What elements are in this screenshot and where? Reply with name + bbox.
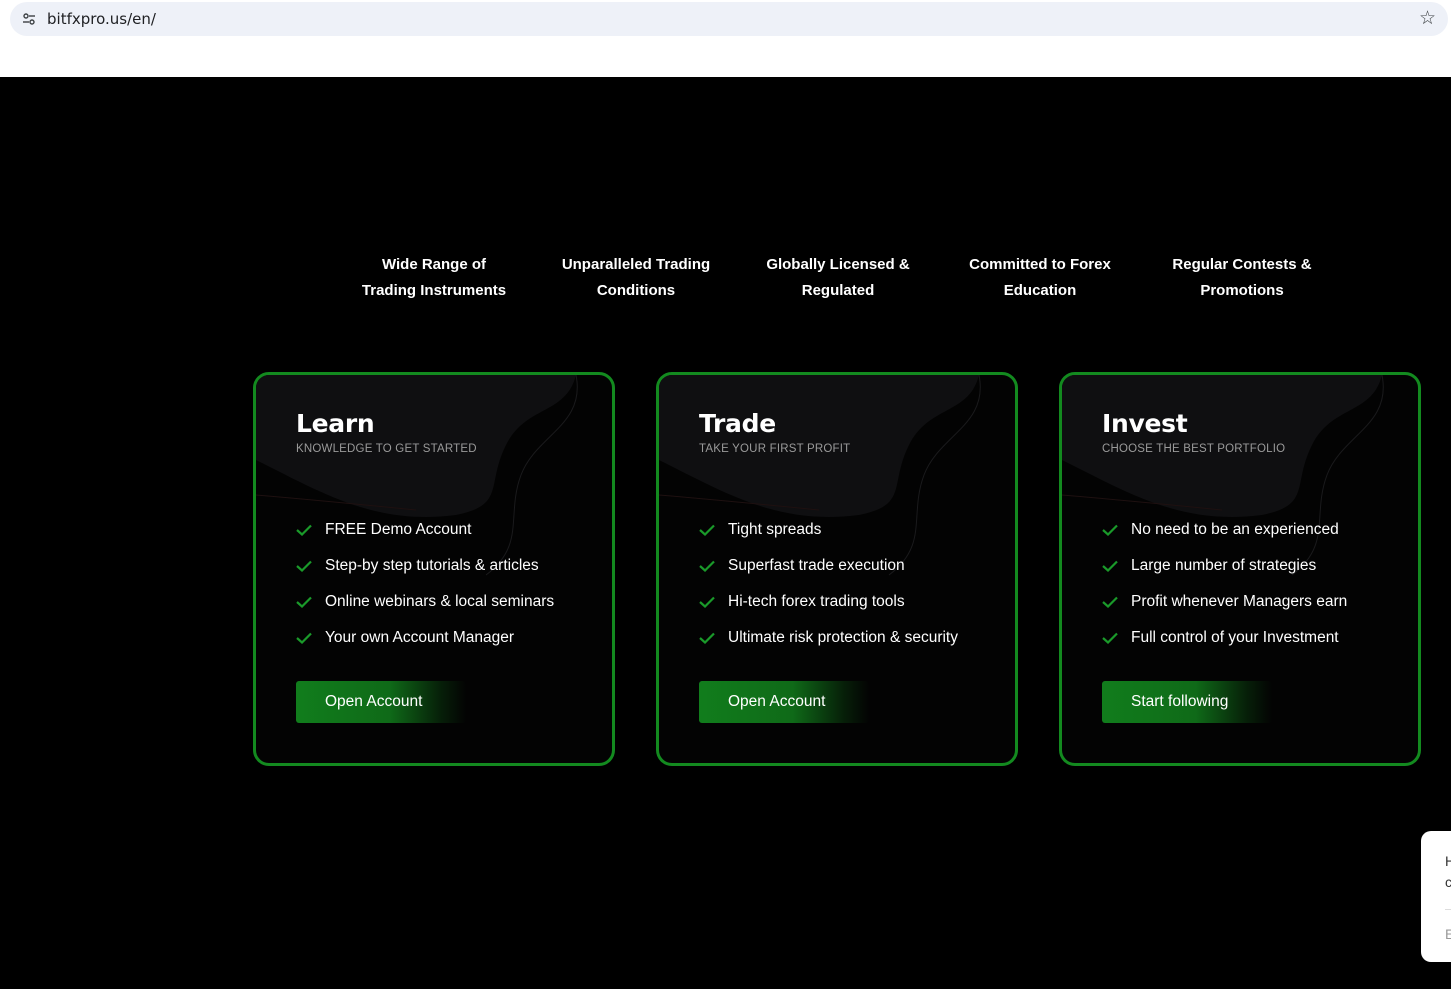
check-icon [699,632,715,644]
check-icon [699,560,715,572]
feature-line: Regular Contests & [1172,256,1312,273]
list-item-text: Full control of your Investment [1131,629,1339,646]
page-content: Wide Range of Trading Instruments Unpara… [0,77,1451,989]
feature-list: Wide Range of Trading Instruments Unpara… [333,252,1343,304]
list-item-text: Profit whenever Managers earn [1131,593,1348,610]
list-item-text: Large number of strategies [1131,557,1317,574]
check-icon [296,596,312,608]
chat-widget[interactable]: H c E [1421,831,1451,962]
list-item: Your own Account Manager [296,629,554,665]
list-item-text: Your own Account Manager [325,629,514,646]
card-feature-list: FREE Demo Account Step-by step tutorials… [296,521,554,665]
list-item: Large number of strategies [1102,557,1347,593]
card-trade: Trade TAKE YOUR FIRST PROFIT Tight sprea… [656,372,1018,766]
start-following-button[interactable]: Start following [1102,681,1272,723]
check-icon [296,632,312,644]
feature-line: Conditions [596,282,676,299]
check-icon [296,524,312,536]
card-invest: Invest CHOOSE THE BEST PORTFOLIO No need… [1059,372,1421,766]
feature-item: Globally Licensed & Regulated [737,252,939,304]
list-item: Hi-tech forex trading tools [699,593,958,629]
list-item-text: Tight spreads [728,521,822,538]
list-item: Step-by step tutorials & articles [296,557,554,593]
feature-line: Education [1003,282,1077,299]
list-item-text: Hi-tech forex trading tools [728,593,905,610]
list-item-text: Ultimate risk protection & security [728,629,958,646]
list-item: Full control of your Investment [1102,629,1347,665]
list-item: Online webinars & local seminars [296,593,554,629]
list-item-text: Online webinars & local seminars [325,593,555,610]
url-text[interactable]: bitfxpro.us/en/ [47,10,156,28]
card-feature-list: Tight spreads Superfast trade execution … [699,521,958,665]
check-icon [1102,524,1118,536]
list-item: No need to be an experienced [1102,521,1347,557]
star-outline-icon[interactable]: ☆ [1419,9,1436,29]
check-icon [1102,560,1118,572]
chat-input-placeholder[interactable]: E [1445,926,1451,942]
feature-line: Promotions [1200,282,1284,299]
feature-line: Wide Range of [381,256,487,273]
list-item: Superfast trade execution [699,557,958,593]
address-bar[interactable]: bitfxpro.us/en/ ☆ [10,2,1448,36]
feature-item: Regular Contests & Promotions [1141,252,1343,304]
list-item-text: No need to be an experienced [1131,521,1339,538]
card-subtitle: KNOWLEDGE TO GET STARTED [296,443,477,455]
feature-line: Globally Licensed & [766,256,910,273]
open-account-button[interactable]: Open Account [296,681,466,723]
check-icon [699,596,715,608]
tune-icon[interactable] [22,12,36,26]
feature-item: Unparalleled Trading Conditions [535,252,737,304]
card-title: Learn [296,409,375,438]
check-icon [1102,596,1118,608]
list-item: Ultimate risk protection & security [699,629,958,665]
chat-text: c [1445,874,1451,890]
list-item: FREE Demo Account [296,521,554,557]
chat-divider [1445,909,1451,910]
list-item-text: Step-by step tutorials & articles [325,557,539,574]
feature-line: Unparalleled Trading [561,256,711,273]
feature-line: Regulated [801,282,875,299]
card-title: Invest [1102,409,1188,438]
check-icon [699,524,715,536]
chat-text: H [1445,853,1451,869]
list-item-text: FREE Demo Account [325,521,472,538]
list-item: Tight spreads [699,521,958,557]
check-icon [296,560,312,572]
list-item: Profit whenever Managers earn [1102,593,1347,629]
open-account-button[interactable]: Open Account [699,681,869,723]
card-subtitle: CHOOSE THE BEST PORTFOLIO [1102,443,1286,455]
feature-line: Committed to Forex [969,256,1111,273]
feature-item: Committed to Forex Education [939,252,1141,304]
browser-toolbar: bitfxpro.us/en/ ☆ [0,0,1451,77]
check-icon [1102,632,1118,644]
feature-line: Trading Instruments [361,282,507,299]
feature-item: Wide Range of Trading Instruments [333,252,535,304]
card-title: Trade [699,409,776,438]
card-subtitle: TAKE YOUR FIRST PROFIT [699,443,851,455]
list-item-text: Superfast trade execution [728,557,905,574]
card-learn: Learn KNOWLEDGE TO GET STARTED FREE Demo… [253,372,615,766]
card-feature-list: No need to be an experienced Large numbe… [1102,521,1347,665]
